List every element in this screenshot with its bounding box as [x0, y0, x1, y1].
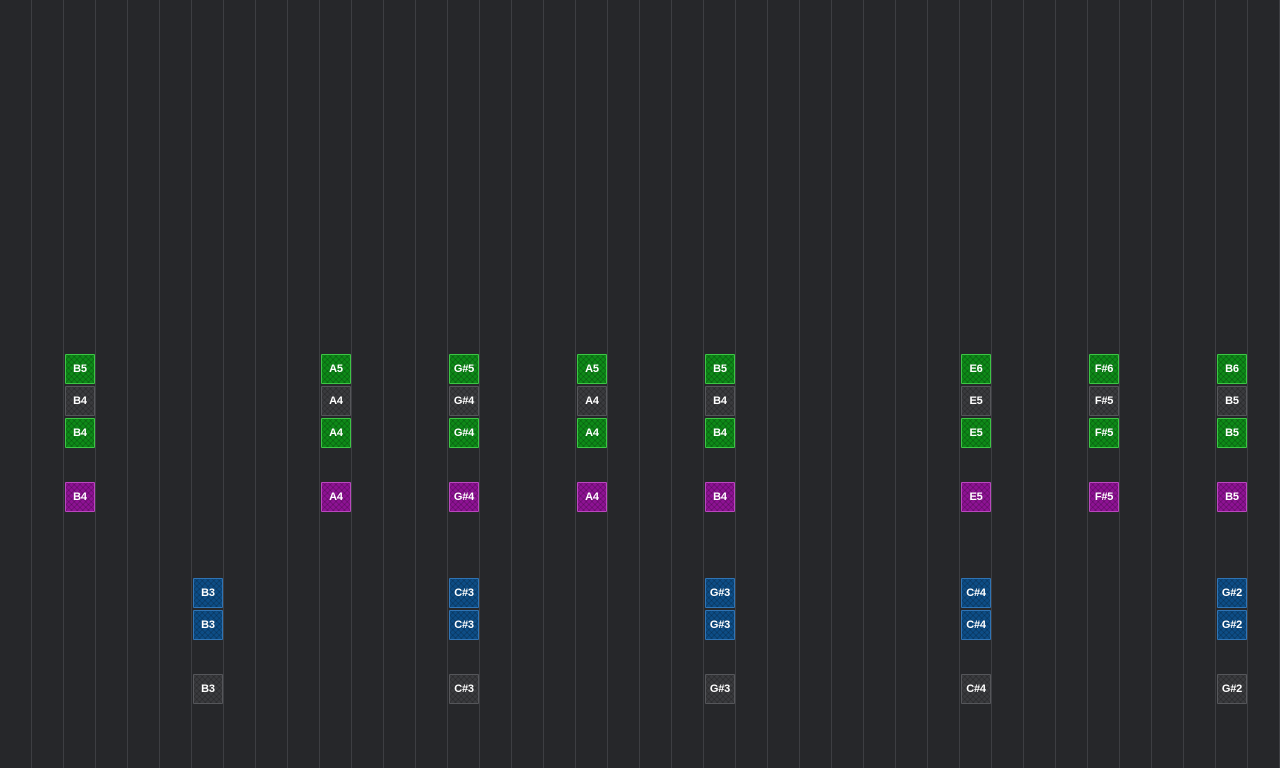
- note-block[interactable]: B4: [65, 482, 95, 512]
- note-label: B4: [713, 395, 727, 407]
- note-block[interactable]: B4: [65, 386, 95, 416]
- note-block[interactable]: B4: [705, 386, 735, 416]
- note-label: E6: [969, 363, 983, 375]
- note-label: A4: [329, 395, 343, 407]
- note-label: C#3: [454, 587, 474, 599]
- note-block[interactable]: G#3: [705, 674, 735, 704]
- note-label: A4: [585, 427, 599, 439]
- note-block[interactable]: E5: [961, 418, 991, 448]
- note-label: G#3: [709, 619, 731, 631]
- note-block[interactable]: B4: [705, 482, 735, 512]
- note-block[interactable]: A5: [577, 354, 607, 384]
- note-block[interactable]: E5: [961, 386, 991, 416]
- note-block[interactable]: G#2: [1217, 674, 1247, 704]
- note-label: E5: [969, 395, 983, 407]
- note-label: G#4: [453, 427, 475, 439]
- note-label: B3: [201, 683, 215, 695]
- note-block[interactable]: G#4: [449, 386, 479, 416]
- note-block[interactable]: A4: [321, 418, 351, 448]
- note-block[interactable]: C#4: [961, 674, 991, 704]
- note-block[interactable]: F#5: [1089, 386, 1119, 416]
- note-block[interactable]: C#3: [449, 674, 479, 704]
- note-block[interactable]: E6: [961, 354, 991, 384]
- note-label: C#4: [966, 619, 986, 631]
- note-label: A4: [585, 491, 599, 503]
- note-label: A4: [329, 427, 343, 439]
- note-block[interactable]: B5: [705, 354, 735, 384]
- note-block[interactable]: B3: [193, 610, 223, 640]
- note-label: B3: [201, 619, 215, 631]
- note-block[interactable]: G#4: [449, 482, 479, 512]
- note-block[interactable]: G#2: [1217, 578, 1247, 608]
- note-label: B4: [713, 427, 727, 439]
- note-label: B5: [713, 363, 727, 375]
- note-block[interactable]: G#3: [705, 610, 735, 640]
- note-label: F#6: [1094, 363, 1114, 375]
- note-label: C#3: [454, 683, 474, 695]
- note-label: A5: [329, 363, 343, 375]
- note-block[interactable]: C#4: [961, 578, 991, 608]
- note-block[interactable]: F#6: [1089, 354, 1119, 384]
- note-block[interactable]: B4: [705, 418, 735, 448]
- note-label: A4: [329, 491, 343, 503]
- note-label: B3: [201, 587, 215, 599]
- note-label: F#5: [1094, 491, 1114, 503]
- note-label: C#3: [454, 619, 474, 631]
- note-label: G#3: [709, 587, 731, 599]
- note-label: A4: [585, 395, 599, 407]
- note-block[interactable]: E5: [961, 482, 991, 512]
- note-block[interactable]: A4: [577, 386, 607, 416]
- note-block[interactable]: C#4: [961, 610, 991, 640]
- note-label: G#2: [1221, 587, 1243, 599]
- note-block[interactable]: C#3: [449, 578, 479, 608]
- note-label: B5: [1225, 395, 1239, 407]
- note-block[interactable]: C#3: [449, 610, 479, 640]
- note-block[interactable]: B5: [1217, 418, 1247, 448]
- note-label: G#4: [453, 395, 475, 407]
- note-block[interactable]: F#5: [1089, 418, 1119, 448]
- note-block[interactable]: G#4: [449, 418, 479, 448]
- note-layer: B5 B4 B4 B4 B3 B3 B3 A5 A4 A4 A4 G#5 G#4 G#4 G#4 C#3 C#3…: [0, 0, 1280, 768]
- note-label: G#2: [1221, 683, 1243, 695]
- note-label: A5: [585, 363, 599, 375]
- note-block[interactable]: A4: [321, 482, 351, 512]
- note-label: B4: [713, 491, 727, 503]
- note-label: G#5: [453, 363, 475, 375]
- note-label: B6: [1225, 363, 1239, 375]
- note-block[interactable]: B4: [65, 418, 95, 448]
- note-label: B4: [73, 395, 87, 407]
- note-block[interactable]: B3: [193, 578, 223, 608]
- note-block[interactable]: G#3: [705, 578, 735, 608]
- note-label: G#2: [1221, 619, 1243, 631]
- note-block[interactable]: G#5: [449, 354, 479, 384]
- note-label: B5: [73, 363, 87, 375]
- note-block[interactable]: F#5: [1089, 482, 1119, 512]
- note-label: F#5: [1094, 395, 1114, 407]
- note-block[interactable]: B5: [1217, 386, 1247, 416]
- note-block[interactable]: B6: [1217, 354, 1247, 384]
- note-label: G#3: [709, 683, 731, 695]
- note-label: F#5: [1094, 427, 1114, 439]
- note-label: E5: [969, 427, 983, 439]
- note-label: B4: [73, 427, 87, 439]
- note-label: C#4: [966, 587, 986, 599]
- note-block[interactable]: A4: [577, 482, 607, 512]
- note-block[interactable]: A4: [321, 386, 351, 416]
- note-block[interactable]: A5: [321, 354, 351, 384]
- note-label: E5: [969, 491, 983, 503]
- note-block[interactable]: B5: [1217, 482, 1247, 512]
- note-block[interactable]: B3: [193, 674, 223, 704]
- note-label: B5: [1225, 491, 1239, 503]
- note-block[interactable]: G#2: [1217, 610, 1247, 640]
- note-label: G#4: [453, 491, 475, 503]
- note-label: C#4: [966, 683, 986, 695]
- note-label: B5: [1225, 427, 1239, 439]
- note-block[interactable]: A4: [577, 418, 607, 448]
- note-block[interactable]: B5: [65, 354, 95, 384]
- note-label: B4: [73, 491, 87, 503]
